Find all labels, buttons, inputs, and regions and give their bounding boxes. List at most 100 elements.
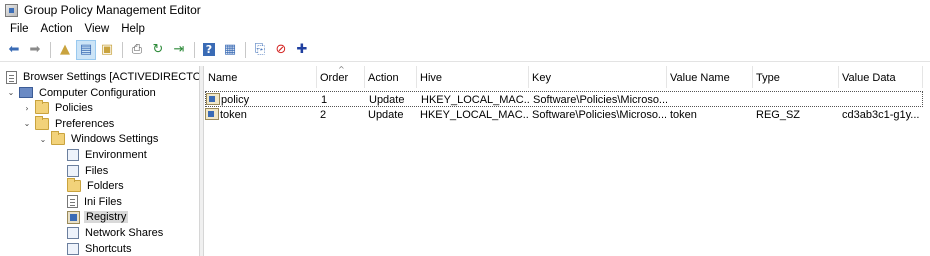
tree-item-label: Registry (84, 211, 129, 224)
policy-document-icon (6, 70, 17, 84)
menu-help[interactable]: Help (115, 23, 151, 35)
cell-text: Update (369, 94, 405, 106)
table-row[interactable]: token 2 Update HKEY_LOCAL_MAC... Software\Po… (205, 107, 923, 123)
folder-icon (35, 100, 49, 115)
network-shares-icon (67, 227, 79, 239)
cell-text: HKEY_LOCAL_MAC... (420, 109, 528, 121)
up-folder-button[interactable]: ▲ (55, 40, 75, 60)
column-header-action[interactable]: Action (365, 66, 417, 88)
cell-text: 1 (321, 94, 328, 106)
title-bar: Group Policy Management Editor (0, 0, 930, 20)
column-header-type[interactable]: Type (753, 66, 839, 88)
up-folder-icon: ▲ (60, 42, 70, 57)
chevron-down-icon[interactable]: ⌄ (6, 88, 16, 97)
column-header-key[interactable]: Key (529, 66, 667, 88)
cell-text: Update (368, 109, 404, 121)
cell-name: policy (206, 92, 314, 108)
chevron-down-icon[interactable]: ⌄ (22, 119, 32, 128)
tree-item-label: Environment (85, 149, 147, 161)
tree-item-windows-settings[interactable]: ⌄ Windows Settings (38, 131, 160, 147)
refresh-button[interactable]: ↻ (148, 40, 168, 60)
export-icon: ⇥ (173, 42, 185, 57)
tree-item-label: Computer Configuration (39, 86, 156, 99)
tree-item-environment[interactable]: Environment (54, 147, 149, 163)
tree-item-browser-settings-activedirectory-i[interactable]: Browser Settings [ACTIVEDIRECTORY.I (6, 69, 199, 85)
menu-action[interactable]: Action (35, 23, 79, 35)
export-list-button[interactable]: ⇥ (169, 40, 189, 60)
registry-item-icon (205, 108, 219, 120)
column-header-order[interactable]: Order ^ (317, 65, 365, 88)
add-item-button[interactable]: ✚ (292, 40, 312, 60)
cell-value-name: token (670, 107, 752, 123)
column-header-label: Type (756, 72, 780, 84)
print-button[interactable]: ⎙ (127, 40, 147, 60)
tree-item-files[interactable]: Files (54, 163, 110, 179)
tree-item-label: Browser Settings [ACTIVEDIRECTORY.I (23, 71, 199, 83)
cell-text: token (220, 109, 247, 121)
toolbar-separator (194, 41, 195, 58)
menu-bar: File Action View Help (0, 20, 930, 38)
chevron-down-icon[interactable]: ⌄ (38, 135, 48, 144)
cell-text: policy (221, 94, 250, 106)
column-header-value-data[interactable]: Value Data (839, 66, 923, 88)
folders-icon (67, 178, 81, 193)
tree-item-registry[interactable]: Registry (54, 209, 129, 225)
toolbar-separator (245, 41, 246, 58)
tree-item-label: Shortcuts (85, 242, 132, 255)
menu-view[interactable]: View (79, 23, 116, 35)
column-header-name[interactable]: Name (205, 66, 317, 88)
sort-ascending-icon: ^ (338, 65, 345, 74)
arrow-left-icon: ⬅ (8, 42, 20, 57)
tree-item-network-shares[interactable]: Network Shares (54, 225, 165, 241)
column-header-label: Action (368, 72, 399, 84)
plus-icon: ✚ (296, 42, 308, 57)
new-item-button[interactable]: ⎘ (250, 40, 270, 60)
arrow-right-icon: ➡ (29, 42, 41, 57)
tree-item-shortcuts[interactable]: Shortcuts (54, 241, 133, 256)
shortcuts-icon (67, 242, 79, 255)
cell-text: cd3ab3c1-g1y... (842, 109, 920, 121)
properties-button[interactable]: ▦ (220, 40, 240, 60)
toolbar-separator (50, 41, 51, 58)
tree-item-label: Policies (55, 102, 93, 115)
cell-text: 2 (320, 109, 327, 121)
tree-item-policies[interactable]: › Policies (22, 100, 95, 116)
cell-type (757, 92, 839, 108)
pane-splitter[interactable] (200, 66, 204, 256)
cell-text: token (670, 109, 697, 121)
tree-item-computer-configuration[interactable]: ⌄ Computer Configuration (6, 85, 158, 101)
copy-button[interactable]: ▣ (97, 40, 117, 60)
column-header-label: Key (532, 72, 551, 84)
files-icon (67, 164, 79, 177)
column-header-value-name[interactable]: Value Name (667, 66, 753, 88)
menu-file[interactable]: File (4, 23, 35, 35)
tree-item-preferences[interactable]: ⌄ Preferences (22, 115, 116, 132)
cell-text: HKEY_LOCAL_MAC... (421, 94, 529, 106)
environment-icon (67, 149, 79, 161)
console-tree-icon: ▤ (79, 42, 93, 57)
table-row[interactable]: policy 1 Update HKEY_LOCAL_MAC... Software\P… (205, 91, 923, 107)
column-header-label: Hive (420, 72, 443, 84)
cell-key: Software\Policies\Microso... (533, 92, 667, 108)
cell-text: Software\Policies\Microso... (533, 94, 667, 106)
cell-action: Update (368, 107, 416, 123)
tree-item-ini-files[interactable]: Ini Files (54, 194, 124, 210)
back-button[interactable]: ⬅ (4, 40, 24, 60)
cell-value-data: cd3ab3c1-g1y... (842, 107, 922, 123)
toolbar-separator (122, 41, 123, 58)
toolbar: ⬅ ➡ ▲ ▤ ▣ ⎙ ↻ ⇥? ▦ ⎘ ⊘ ✚ (0, 38, 930, 62)
help-button[interactable]: ? (199, 40, 219, 60)
cell-hive: HKEY_LOCAL_MAC... (421, 92, 529, 108)
disable-item-button[interactable]: ⊘ (271, 40, 291, 60)
column-header-label: Name (208, 72, 238, 84)
tree-item-label: Preferences (55, 117, 115, 130)
folder-icon (51, 131, 65, 146)
tree-item-folders[interactable]: Folders (54, 178, 126, 194)
show-hide-tree-button[interactable]: ▤ (76, 39, 96, 60)
cell-order: 1 (321, 92, 365, 108)
forward-button[interactable]: ➡ (25, 40, 45, 60)
cell-text: REG_SZ (756, 109, 801, 121)
chevron-right-icon[interactable]: › (22, 104, 32, 113)
column-header-hive[interactable]: Hive (417, 66, 529, 88)
cell-order: 2 (320, 107, 364, 123)
